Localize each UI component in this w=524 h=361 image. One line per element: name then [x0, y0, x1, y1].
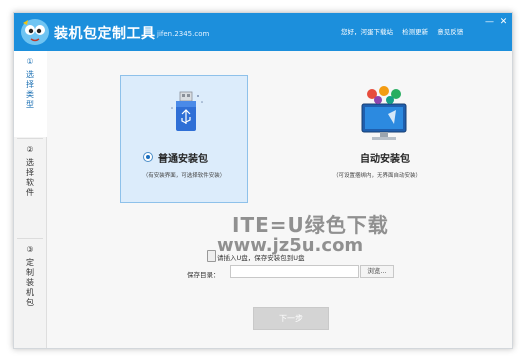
normal-package-card[interactable]: 普通安装包 （有安装界面，可选择软件安装）: [120, 75, 248, 203]
sidebar-step-select-type[interactable]: ① 选择类型: [14, 51, 47, 137]
monitor-apps-icon: [361, 86, 407, 140]
auto-package-desc: （可设置捆绑内，无界面自动安装）: [332, 173, 421, 179]
app-logo-icon: [21, 19, 49, 45]
browse-button[interactable]: 浏览...: [360, 265, 394, 278]
step-label: 选择类型: [26, 70, 34, 109]
sidebar-step-select-software[interactable]: ② 选择软件: [14, 139, 46, 237]
sidebar-step-custom-package[interactable]: ③ 定制装机包: [14, 239, 46, 348]
auto-package-card[interactable]: 自动安装包 （可设置捆绑内，无界面自动安装）: [313, 75, 441, 203]
usb-drive-icon: [171, 91, 203, 131]
normal-package-radio[interactable]: [143, 152, 153, 162]
feedback-link[interactable]: 意见反馈: [437, 28, 463, 36]
save-directory-input[interactable]: [230, 265, 359, 278]
sidebar: ① 选择类型 ② 选择软件 ③ 定制装机包: [14, 51, 47, 348]
greeting-link[interactable]: 您好，河蛋下载站: [341, 28, 393, 36]
close-button[interactable]: ✕: [498, 17, 509, 28]
auto-package-title: 自动安装包: [360, 154, 410, 165]
normal-package-desc: （有安装界面，可选择软件安装）: [142, 173, 226, 179]
usb-checkbox-icon[interactable]: [207, 250, 216, 262]
normal-package-title: 普通安装包: [158, 154, 208, 165]
title-bar: 装机包定制工具 jifen.2345.com 您好，河蛋下载站 检测更新 意见反…: [14, 13, 512, 51]
top-links: 您好，河蛋下载站 检测更新 意见反馈: [341, 19, 467, 36]
step-number: ②: [26, 145, 34, 154]
step-number: ①: [26, 57, 34, 66]
check-update-link[interactable]: 检测更新: [402, 28, 428, 36]
step-number: ③: [26, 245, 34, 254]
app-title: 装机包定制工具: [54, 26, 156, 42]
save-directory-label: 保存目录：: [187, 271, 220, 279]
step-label: 定制装机包: [26, 258, 34, 307]
step-label: 选择软件: [26, 158, 34, 197]
app-domain: jifen.2345.com: [157, 30, 210, 38]
next-step-button[interactable]: 下一步: [253, 307, 329, 330]
watermark-text: ITE=U绿色下载: [232, 213, 389, 237]
app-window: 装机包定制工具 jifen.2345.com 您好，河蛋下载站 检测更新 意见反…: [13, 12, 513, 349]
watermark-url: www.jz5u.com: [217, 235, 364, 256]
minimize-button[interactable]: —: [484, 17, 495, 28]
main-content: 普通安装包 （有安装界面，可选择软件安装） 自动安装包 （可设置捆绑内，无界面自…: [47, 51, 512, 348]
